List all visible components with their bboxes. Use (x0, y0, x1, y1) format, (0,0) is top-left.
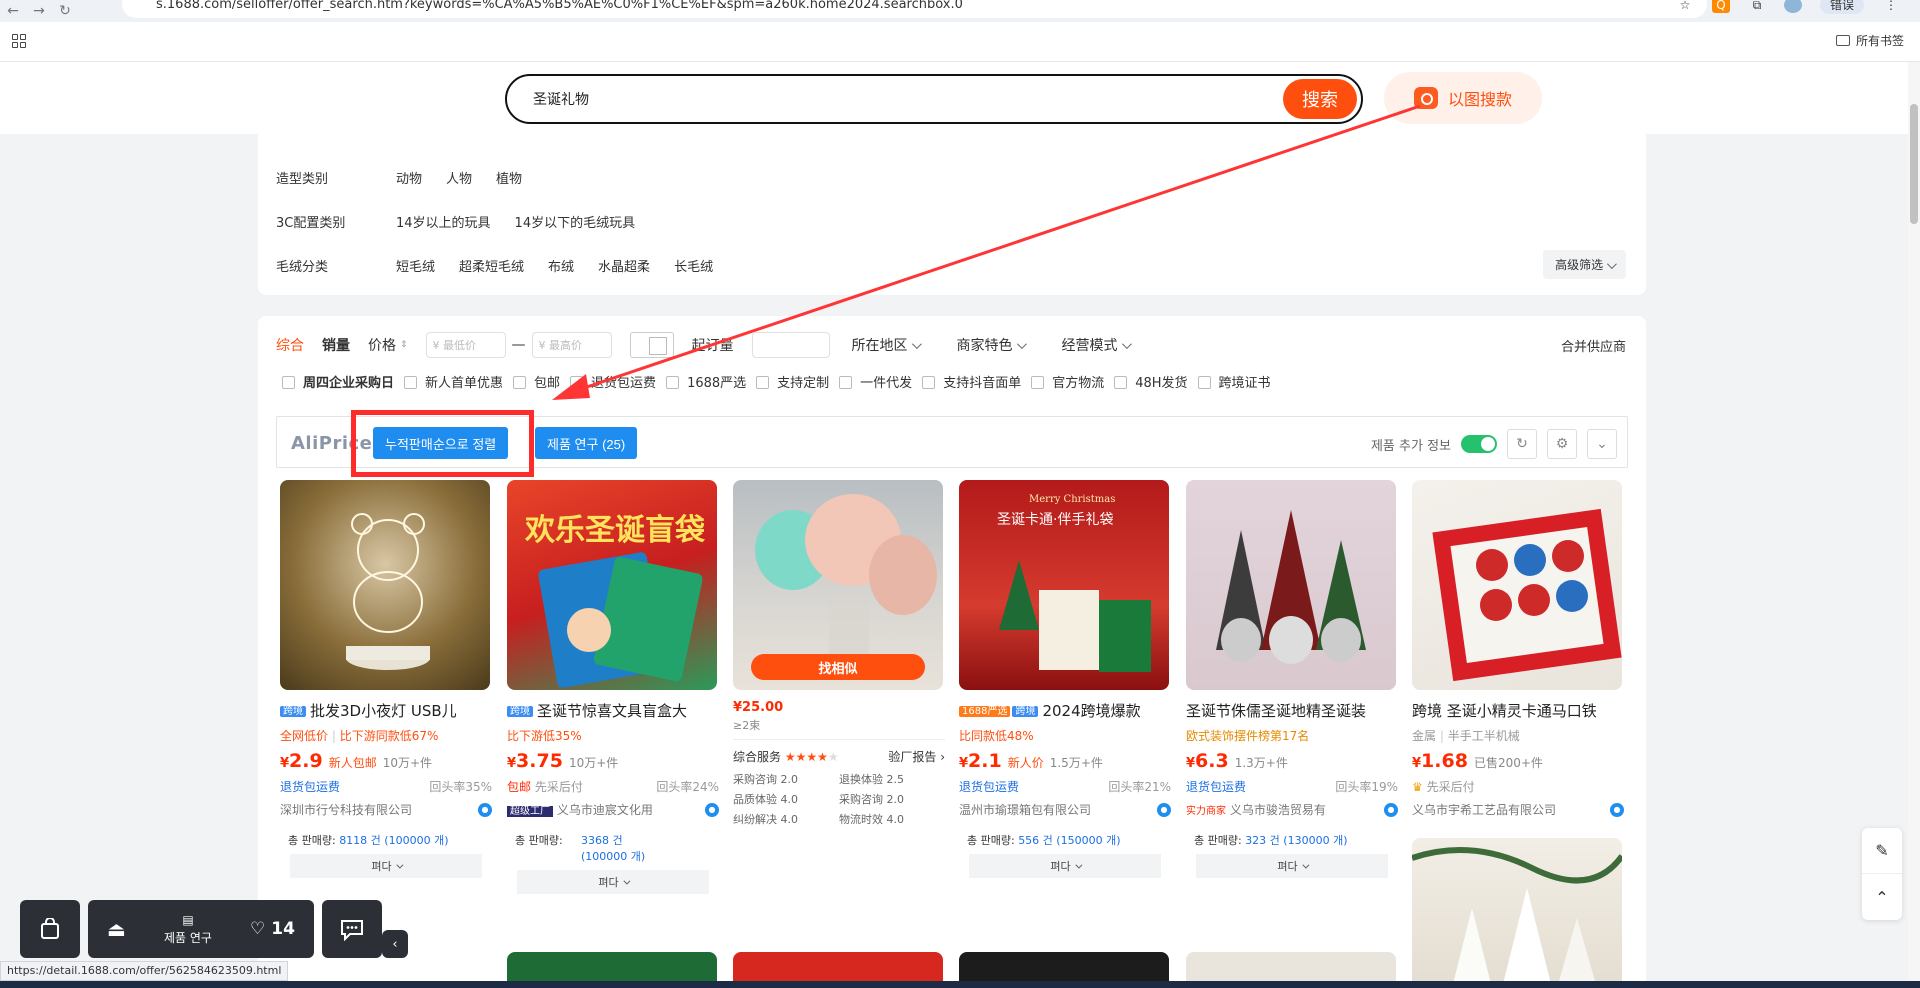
heart-icon: ♡ (250, 919, 266, 939)
collapse-left-icon[interactable]: ‹ (382, 930, 408, 958)
chat-bubble-icon[interactable] (322, 900, 382, 958)
edit-icon[interactable]: ✎ (1862, 828, 1902, 874)
floating-toolbar: ⏏ ▤ 제품 연구 ♡ 14 ‹ (20, 900, 408, 958)
status-bar-url: https://detail.1688.com/offer/5625846235… (0, 961, 289, 981)
annotation-arrow (552, 104, 1421, 400)
likes-counter[interactable]: ♡ 14 (250, 919, 295, 939)
chevron-up-icon[interactable]: ⌃ (1862, 874, 1902, 920)
eject-icon[interactable]: ⏏ (107, 917, 126, 941)
aliprice-dock: ⏏ ▤ 제품 연구 ♡ 14 (88, 900, 314, 958)
bag-icon[interactable] (20, 900, 80, 958)
side-tools: ✎ ⌃ (1862, 828, 1902, 920)
document-icon: ▤ (182, 912, 194, 927)
product-research-dock[interactable]: ▤ 제품 연구 (164, 913, 212, 946)
